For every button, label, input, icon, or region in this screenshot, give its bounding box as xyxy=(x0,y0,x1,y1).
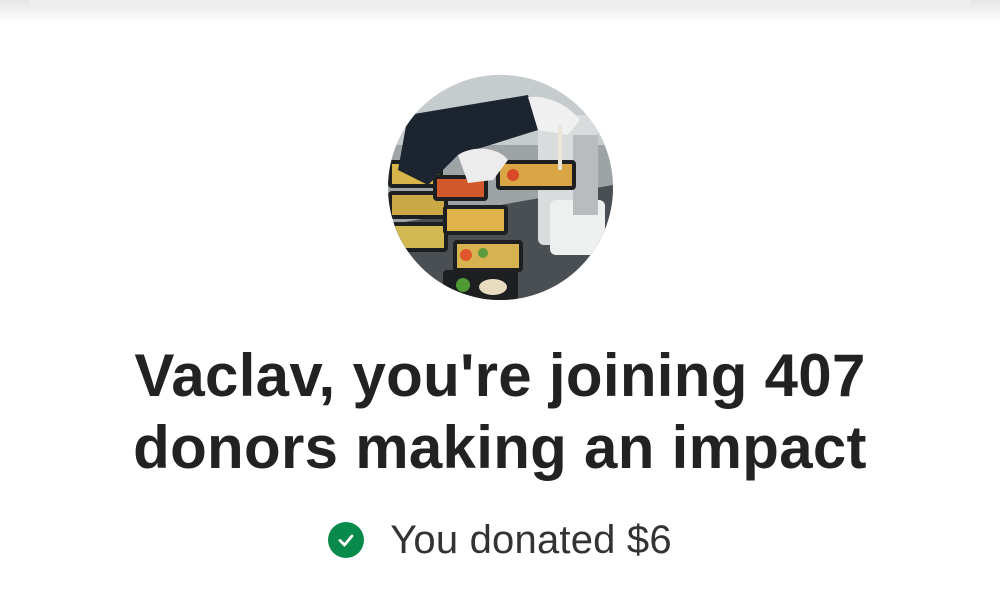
campaign-photo xyxy=(388,75,613,300)
headline-line-1: Vaclav, you're joining 407 xyxy=(134,342,866,409)
headline-line-2: donors making an impact xyxy=(133,414,867,481)
donation-status: You donated $6 xyxy=(0,514,1000,566)
confirmation-headline: Vaclav, you're joining 407 donors making… xyxy=(0,340,1000,484)
check-circle-icon xyxy=(328,522,365,558)
donation-amount-text: You donated $6 xyxy=(390,517,672,562)
sheet-top-edge xyxy=(30,0,970,6)
donation-confirmation-screen: Vaclav, you're joining 407 donors making… xyxy=(0,0,1000,613)
